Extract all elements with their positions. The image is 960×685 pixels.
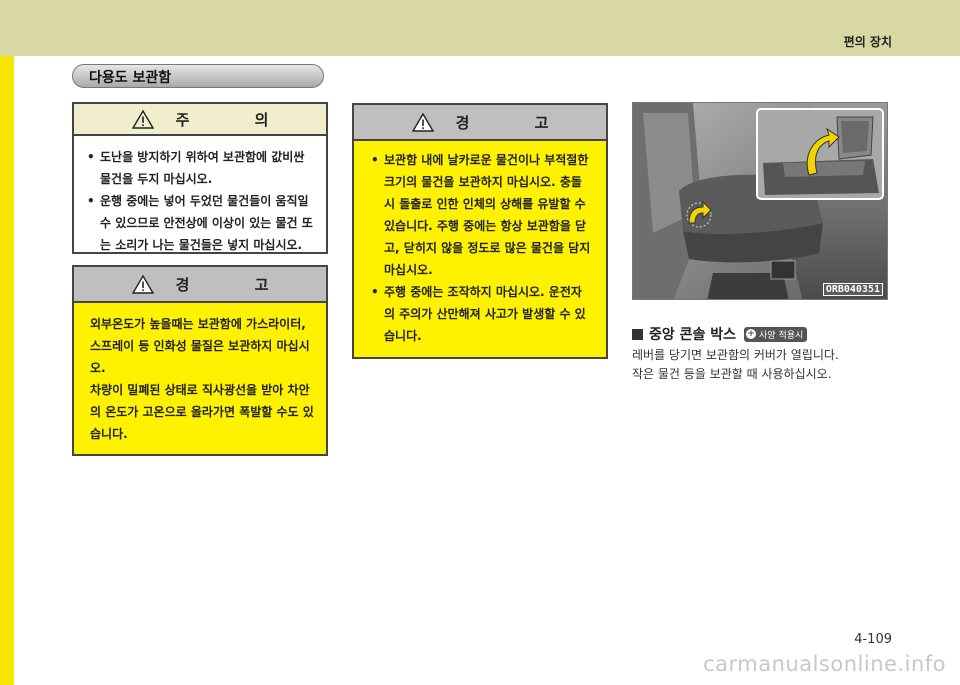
side-accent-strip (0, 56, 14, 685)
caution-body: 도난을 방지하기 위하여 보관함에 값비싼 물건을 두지 마십시오. 운행 중에… (74, 136, 326, 256)
warning-header-left: 경 고 (74, 267, 326, 303)
caution-header: 주 의 (74, 104, 326, 136)
watermark: carmanualsonline.info (703, 652, 946, 676)
figure-code: ORB040351 (822, 283, 883, 296)
warning-paragraph: 차량이 밀폐된 상태로 직사광선을 받아 차안의 온도가 고온으로 올라가면 폭… (90, 383, 314, 441)
figure-caption: 중앙 콘솔 박스 + 사양 적용시 (632, 324, 808, 344)
warning-box-middle: 경 고 보관함 내에 날카로운 물건이나 부적절한 크기의 물건을 보관하지 마… (352, 103, 608, 359)
warning-triangle-icon (131, 274, 154, 294)
caption-title: 중앙 콘솔 박스 (649, 327, 737, 343)
warning-triangle-icon (131, 109, 154, 129)
option-badge-label: 사양 적용시 (759, 330, 804, 341)
plus-circle-icon: + (746, 329, 757, 339)
warning-body-middle: 보관함 내에 날카로운 물건이나 부적절한 크기의 물건을 보관하지 마십시오.… (354, 141, 606, 347)
description-line: 레버를 당기면 보관함의 커버가 열립니다. (632, 348, 839, 362)
warning-body-left: 외부온도가 높을때는 보관함에 가스라이터, 스프레이 등 인화성 물질은 보관… (74, 303, 326, 445)
warning-item: 보관함 내에 날카로운 물건이나 부적절한 크기의 물건을 보관하지 마십시오.… (370, 149, 592, 281)
console-illustration (633, 103, 887, 299)
caution-item: 운행 중에는 넣어 두었던 물건들이 움직일 수 있으므로 안전상에 이상이 있… (86, 190, 318, 256)
warning-header-middle: 경 고 (354, 105, 606, 141)
warning-heading-left: 경 고 (175, 275, 299, 294)
warning-box-left: 경 고 외부온도가 높을때는 보관함에 가스라이터, 스프레이 등 인화성 물질… (72, 265, 328, 456)
caution-heading: 주 의 (175, 110, 299, 129)
warning-triangle-icon (411, 112, 434, 132)
warning-paragraph: 외부온도가 높을때는 보관함에 가스라이터, 스프레이 등 인화성 물질은 보관… (90, 317, 310, 375)
header-band (0, 0, 960, 56)
section-label: 편의 장치 (843, 35, 892, 49)
page-number: 4-109 (854, 632, 892, 647)
warning-item: 주행 중에는 조작하지 마십시오. 운전자의 주의가 산만해져 사고가 발생할 … (370, 281, 592, 347)
figure-description: 레버를 당기면 보관함의 커버가 열립니다. 작은 물건 등을 보관할 때 사용… (632, 346, 839, 384)
warning-heading-middle: 경 고 (455, 113, 579, 132)
description-line: 작은 물건 등을 보관할 때 사용하십시오. (632, 367, 832, 381)
caution-box: 주 의 도난을 방지하기 위하여 보관함에 값비싼 물건을 두지 마십시오. 운… (72, 102, 328, 254)
console-photo: ORB040351 (632, 102, 888, 300)
option-badge: + 사양 적용시 (744, 326, 808, 342)
caution-item: 도난을 방지하기 위하여 보관함에 값비싼 물건을 두지 마십시오. (86, 146, 318, 190)
section-title: 다용도 보관함 (72, 64, 324, 88)
square-bullet-icon (632, 328, 643, 340)
